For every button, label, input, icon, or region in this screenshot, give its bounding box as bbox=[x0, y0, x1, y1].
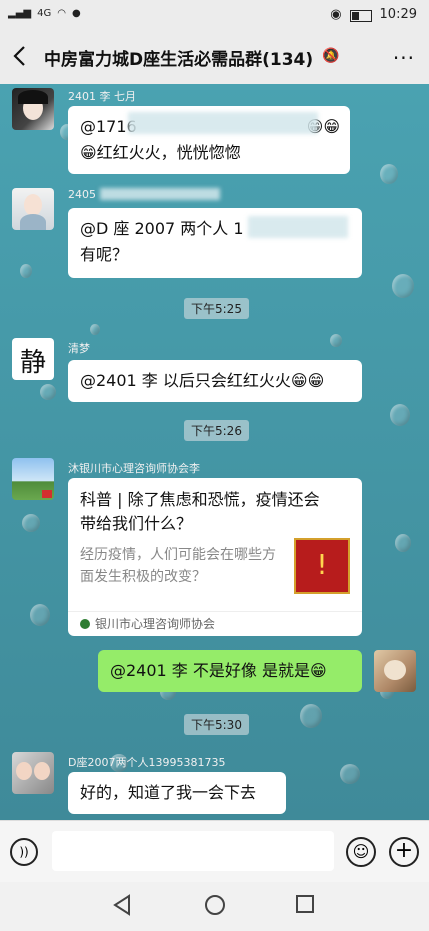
chat-area[interactable]: 2401 李 七月 @1716 😁红红火火，恍恍惚惚 😁😁 2405 @D 座 … bbox=[0, 84, 429, 820]
avatar[interactable] bbox=[12, 188, 54, 230]
redacted-text bbox=[100, 188, 220, 200]
message-bubble[interactable]: @1716 😁红红火火，恍恍惚惚 😁😁 bbox=[68, 106, 350, 174]
avatar[interactable] bbox=[12, 88, 54, 130]
card-source-name: 银川市心理咨询师协会 bbox=[95, 617, 216, 631]
eye-icon: ◉ bbox=[330, 7, 342, 22]
status-bar: ▂▄▆ 4G ◠ ● ◉ 10:29 bbox=[0, 0, 429, 30]
my-message-bubble[interactable]: @2401 李 不是好像 是就是😁 bbox=[98, 650, 362, 692]
card-thumbnail-icon: ! bbox=[294, 538, 350, 594]
my-avatar[interactable] bbox=[374, 650, 416, 692]
chat-title: 中房富力城D座生活必需品群(134) bbox=[44, 50, 314, 70]
wifi-icon: ◠ bbox=[57, 8, 66, 19]
avatar[interactable] bbox=[12, 752, 54, 794]
nav-recent-icon[interactable] bbox=[295, 894, 315, 914]
sender-name: D座2007两个人13995381735 bbox=[68, 756, 226, 769]
message-text-line: 😁红红火火，恍恍惚惚 bbox=[80, 143, 241, 162]
sender-name: 2405 bbox=[68, 188, 96, 201]
sender-name: 清梦 bbox=[68, 342, 90, 355]
message-input[interactable] bbox=[52, 831, 334, 871]
redacted-text bbox=[128, 112, 318, 134]
chat-header: 中房富力城D座生活必需品群(134) 🔕 ··· bbox=[0, 30, 429, 84]
timestamp: 下午5:30 bbox=[184, 714, 249, 735]
source-logo-icon bbox=[80, 619, 90, 629]
more-button[interactable]: ··· bbox=[393, 46, 415, 70]
voice-icon[interactable]: )) bbox=[10, 838, 38, 866]
redacted-text bbox=[248, 216, 348, 238]
card-description: 经历疫情，人们可能会在哪些方面发生积极的改变？ bbox=[80, 547, 276, 585]
nav-home-icon[interactable] bbox=[204, 894, 226, 916]
back-icon[interactable] bbox=[10, 44, 34, 68]
network-type: 4G bbox=[37, 8, 52, 19]
status-time: 10:29 bbox=[379, 7, 417, 22]
sender-name: 2401 李 七月 bbox=[68, 90, 136, 103]
avatar[interactable] bbox=[12, 458, 54, 500]
message-bubble[interactable]: @D 座 2007 两个人 1 有呢？ bbox=[68, 208, 362, 278]
system-nav-bar bbox=[0, 882, 429, 931]
status-right: ◉ 10:29 bbox=[330, 7, 417, 22]
message-text: @2401 李 不是好像 是就是😁 bbox=[110, 661, 327, 680]
plus-icon[interactable]: + bbox=[389, 837, 419, 867]
card-title: 科普 | 除了焦虑和恐慌，疫情还会带给我们什么？ bbox=[80, 490, 320, 533]
status-left: ▂▄▆ 4G ◠ ● bbox=[8, 8, 81, 19]
message-text: @2401 李 以后只会红红火火😁😁 bbox=[80, 371, 325, 390]
article-card[interactable]: 科普 | 除了焦虑和恐慌，疫情还会带给我们什么？ 经历疫情，人们可能会在哪些方面… bbox=[68, 478, 362, 636]
wechat-icon: ● bbox=[71, 8, 81, 19]
nav-back-icon[interactable] bbox=[112, 894, 132, 920]
sender-name: 沐银川市心理咨询师协会李 bbox=[68, 462, 200, 475]
mute-bell-icon: 🔕 bbox=[322, 48, 340, 64]
timestamp: 下午5:25 bbox=[184, 298, 249, 319]
card-source: 银川市心理咨询师协会 bbox=[68, 611, 362, 636]
message-text: 好的，知道了我一会下去 bbox=[80, 783, 257, 802]
battery-icon bbox=[349, 9, 372, 22]
message-text-line: 有呢？ bbox=[80, 245, 129, 264]
timestamp: 下午5:26 bbox=[184, 420, 249, 441]
input-bar: )) ☺ + bbox=[0, 820, 429, 883]
avatar[interactable]: 静 bbox=[12, 338, 54, 380]
signal-icon: ▂▄▆ bbox=[8, 8, 32, 19]
message-bubble[interactable]: @2401 李 以后只会红红火火😁😁 bbox=[68, 360, 362, 402]
message-bubble[interactable]: 好的，知道了我一会下去 bbox=[68, 772, 286, 814]
emoji-icon[interactable]: ☺ bbox=[346, 837, 376, 867]
